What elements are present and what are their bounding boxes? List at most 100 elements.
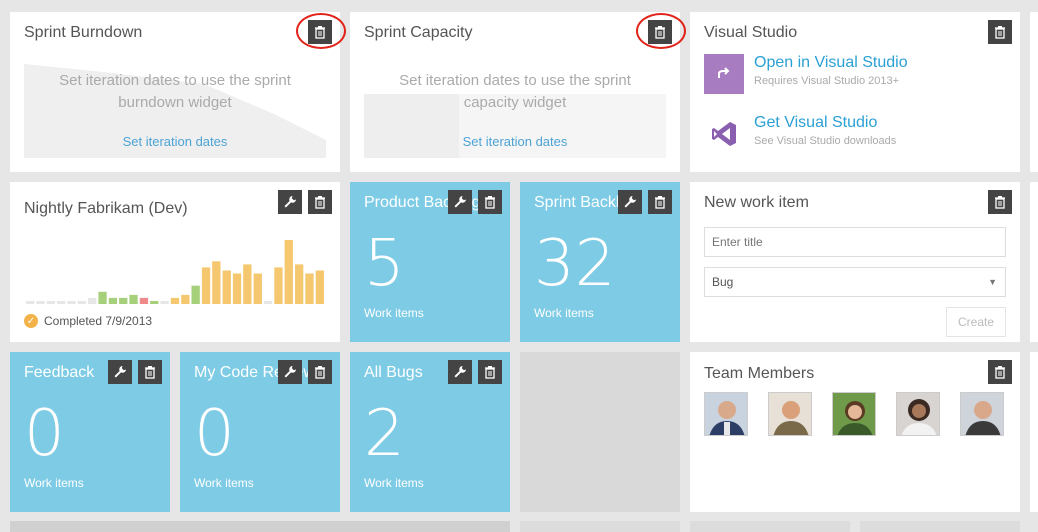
build-bar[interactable] [46,301,55,304]
configure-button[interactable] [108,360,132,384]
get-vs-description: See Visual Studio downloads [754,135,897,147]
create-button[interactable]: Create [946,307,1006,337]
build-bar[interactable] [57,301,66,304]
work-item-count: 0 [194,397,235,471]
sprint-backlog-tile[interactable]: Sprint Backlog 32 Work items [520,182,680,342]
build-bar[interactable] [181,294,190,304]
delete-button[interactable] [308,360,332,384]
work-items-label: Work items [24,476,84,490]
work-item-count: 2 [364,397,405,471]
configure-button[interactable] [448,190,472,214]
work-item-count: 5 [364,227,405,301]
all-bugs-tile[interactable]: All Bugs 2 Work items [350,352,510,512]
trash-icon [655,196,665,209]
get-visual-studio-link[interactable]: Get Visual Studio [754,114,896,132]
nightly-build-tile: Nightly Fabrikam (Dev) ✓ Completed 7/9/2… [10,182,340,342]
build-bar[interactable] [67,301,76,304]
next-row-edge [520,521,680,532]
tile-title: My Code Reviews [194,364,323,381]
new-work-item-tile: New work item Bug ▼ Create [690,182,1020,342]
build-bar[interactable] [119,297,128,304]
tile-title: Nightly Fabrikam (Dev) [24,200,188,217]
dropdown-arrow-icon: ▼ [988,277,997,287]
build-bar[interactable] [36,301,45,304]
team-member-avatar[interactable] [704,392,748,436]
delete-button[interactable] [478,360,502,384]
wrench-icon [454,196,466,208]
build-bar[interactable] [315,270,324,305]
build-bar[interactable] [129,294,138,304]
tile-title: Sprint Backlog [534,194,638,211]
build-bar[interactable] [295,264,304,304]
build-bar[interactable] [77,301,86,304]
trash-icon [315,196,325,209]
build-bar[interactable] [222,270,231,305]
open-in-vs-row: Open in Visual Studio Requires Visual St… [704,54,908,94]
build-bar[interactable] [191,285,200,304]
trash-icon [145,366,155,379]
work-items-label: Work items [364,476,424,490]
build-bar[interactable] [284,240,293,304]
build-bar[interactable] [170,297,180,304]
my-code-reviews-tile[interactable]: My Code Reviews 0 Work items [180,352,340,512]
team-members-tile: Team Members [690,352,1020,512]
set-iteration-dates-link[interactable]: Set iteration dates [364,134,666,149]
delete-button[interactable] [478,190,502,214]
wrench-icon [284,366,296,378]
team-member-avatar[interactable] [960,392,1004,436]
configure-button[interactable] [278,360,302,384]
delete-button[interactable] [648,190,672,214]
sprint-burndown-tile: Sprint Burndown Set iteration dates to u… [10,12,340,172]
build-bar[interactable] [274,267,283,304]
build-bar[interactable] [232,273,242,305]
build-bar[interactable] [212,261,221,304]
build-bar[interactable] [243,264,252,304]
visual-studio-tile: Visual Studio Open in Visual Studio Requ… [690,12,1020,172]
burndown-message: Set iteration dates to use the sprint bu… [59,72,291,111]
build-bar[interactable] [139,297,149,304]
configure-button[interactable] [618,190,642,214]
set-iteration-dates-link[interactable]: Set iteration dates [24,134,326,149]
build-bar[interactable] [150,301,159,304]
configure-button[interactable] [278,190,302,214]
build-bar[interactable] [88,297,97,304]
wrench-icon [114,366,126,378]
tile-title: Sprint Burndown [24,24,143,41]
build-bar[interactable] [26,301,35,304]
build-bar[interactable] [160,301,169,304]
team-member-avatar[interactable] [832,392,876,436]
check-icon: ✓ [24,314,38,328]
build-bar[interactable] [98,291,107,304]
feedback-tile[interactable]: Feedback 0 Work items [10,352,170,512]
configure-button[interactable] [448,360,472,384]
delete-button[interactable] [308,190,332,214]
delete-button[interactable] [138,360,162,384]
build-bar[interactable] [201,267,211,304]
visual-studio-logo-icon [704,114,744,154]
open-in-visual-studio-link[interactable]: Open in Visual Studio [754,54,908,72]
trash-icon [485,366,495,379]
team-member-avatar[interactable] [896,392,940,436]
delete-button[interactable] [988,190,1012,214]
delete-button[interactable] [988,360,1012,384]
build-bar[interactable] [263,301,273,304]
build-bar[interactable] [305,273,314,305]
next-row-edge [10,521,510,532]
team-member-avatar[interactable] [768,392,812,436]
product-backlog-tile[interactable]: Product Backlog 5 Work items [350,182,510,342]
tile-title: All Bugs [364,364,423,381]
trash-icon [485,196,495,209]
build-status: ✓ Completed 7/9/2013 [24,314,152,328]
offscreen-tile-edge [1030,12,1038,172]
build-bar[interactable] [108,297,118,304]
build-bar[interactable] [253,273,262,305]
trash-icon [655,26,665,39]
empty-tile-slot [520,352,680,512]
delete-button[interactable] [988,20,1012,44]
delete-button[interactable] [308,20,332,44]
trash-icon [995,196,1005,209]
delete-button[interactable] [648,20,672,44]
work-item-title-input[interactable] [704,227,1006,257]
work-item-type-select[interactable]: Bug ▼ [704,267,1006,297]
trash-icon [315,366,325,379]
